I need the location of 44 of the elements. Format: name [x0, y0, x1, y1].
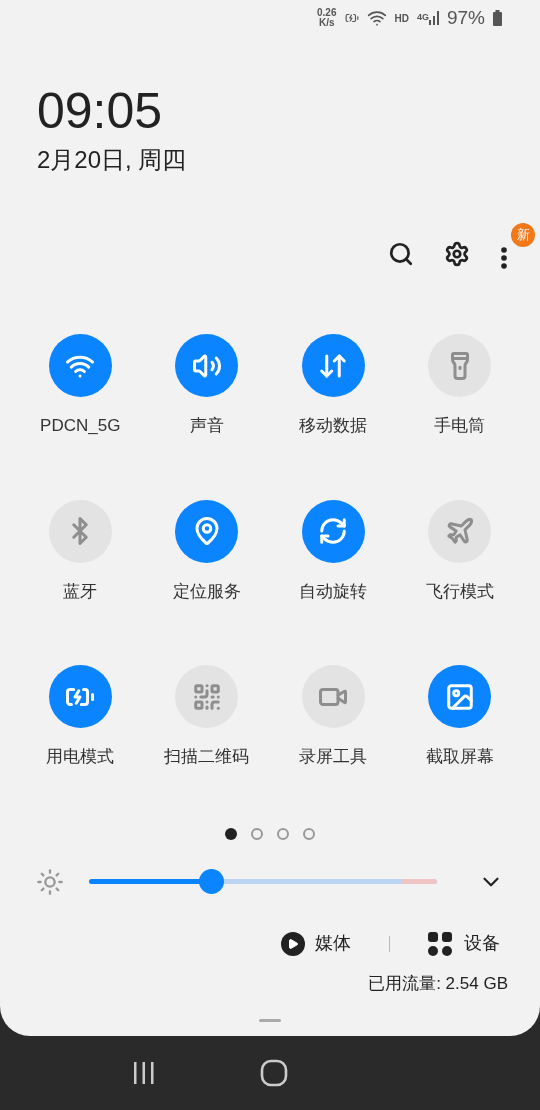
- network-type: 4G: [416, 11, 429, 24]
- hd-label: HD: [394, 11, 409, 26]
- search-button[interactable]: [388, 241, 414, 267]
- more-options-button[interactable]: [500, 247, 508, 269]
- toggle-label: 扫描二维码: [164, 746, 250, 768]
- gear-icon: [444, 241, 470, 267]
- toggle-label: 飞行模式: [425, 580, 494, 603]
- battery-icon: [493, 10, 502, 26]
- settings-button[interactable]: [444, 241, 470, 267]
- toggle-label: 自动旋转: [299, 580, 368, 603]
- speed-unit: K/s: [319, 18, 335, 28]
- toggle-label: PDCN_5G: [40, 415, 121, 437]
- rotate-icon: [318, 516, 349, 546]
- date-text: 2月20日, 周四: [37, 145, 187, 175]
- qr-code-icon: [191, 681, 222, 712]
- signal-icon: [428, 11, 439, 25]
- network-speed: 0.26: [317, 8, 337, 18]
- toggle-label: 录屏工具: [299, 746, 368, 768]
- clock-time: 09:05: [37, 84, 163, 138]
- toggle-label: 截取屏幕: [425, 746, 494, 768]
- media-button[interactable]: 媒体: [281, 930, 351, 957]
- image-icon: [444, 681, 475, 712]
- search-icon: [388, 241, 414, 267]
- toggle-label: 用电模式: [46, 746, 115, 768]
- new-badge: 新: [511, 223, 535, 247]
- toggle-label: 手电筒: [434, 415, 486, 437]
- battery-percent: 97%: [446, 5, 485, 30]
- devices-button[interactable]: 设备: [428, 930, 500, 957]
- more-icon: [501, 247, 507, 269]
- toggle-label: 声音: [189, 415, 224, 437]
- toggle-label: 移动数据: [299, 415, 368, 437]
- drag-handle[interactable]: [259, 1019, 281, 1022]
- play-icon: [281, 931, 305, 956]
- airplane-icon: [444, 516, 475, 546]
- power-saving-icon: [344, 11, 359, 25]
- toggle-label: 蓝牙: [63, 580, 98, 603]
- slider-thumb[interactable]: [198, 869, 224, 894]
- brightness-icon: [36, 867, 64, 896]
- devices-icon: [428, 931, 452, 956]
- toggle-label: 定位服务: [172, 580, 241, 603]
- data-usage-text: 已用流量: 2.54 GB: [368, 972, 508, 995]
- recent-apps-icon[interactable]: [132, 1061, 156, 1085]
- wifi-icon: [366, 8, 387, 28]
- home-icon[interactable]: [260, 1059, 288, 1087]
